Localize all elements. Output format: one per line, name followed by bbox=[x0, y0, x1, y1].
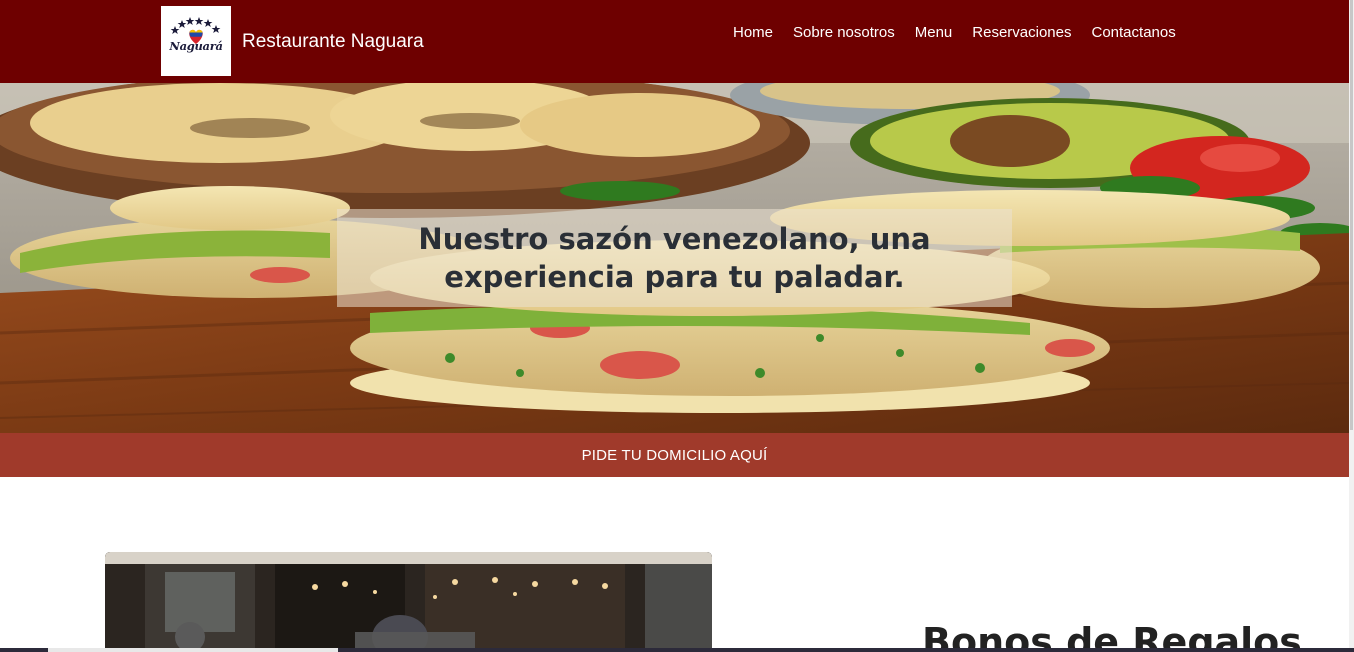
order-delivery-button[interactable]: PIDE TU DOMICILIO AQUÍ bbox=[0, 433, 1349, 477]
logo-word: Naguará bbox=[169, 39, 223, 53]
nav-link-home[interactable]: Home bbox=[733, 24, 773, 42]
nav-link-menu[interactable]: Menu bbox=[915, 24, 953, 42]
bottom-edge-highlight bbox=[48, 648, 338, 652]
nav-link-reservaciones[interactable]: Reservaciones bbox=[972, 24, 1071, 42]
scrollbar-thumb[interactable] bbox=[1350, 0, 1353, 430]
restaurant-interior-photo bbox=[105, 552, 712, 652]
top-navbar: Naguará Restaurante Naguara Home Sobre n… bbox=[0, 0, 1349, 83]
order-delivery-label: PIDE TU DOMICILIO AQUÍ bbox=[581, 446, 768, 464]
main-nav: Home Sobre nosotros Menu Reservaciones C… bbox=[733, 24, 1176, 42]
brand-name[interactable]: Restaurante Naguara bbox=[242, 32, 424, 51]
hero-caption: Nuestro sazón venezolano, una experienci… bbox=[418, 222, 931, 294]
brand-logo: Naguará bbox=[161, 6, 231, 76]
nav-link-sobre-nosotros[interactable]: Sobre nosotros bbox=[793, 24, 895, 42]
brand-link[interactable]: Naguará Restaurante Naguara bbox=[161, 6, 424, 76]
hero-caption-box: Nuestro sazón venezolano, una experienci… bbox=[337, 209, 1012, 307]
nav-link-contactanos[interactable]: Contactanos bbox=[1092, 24, 1176, 42]
restaurant-interior-image bbox=[105, 552, 712, 652]
hero-banner: Nuestro sazón venezolano, una experienci… bbox=[0, 83, 1349, 433]
